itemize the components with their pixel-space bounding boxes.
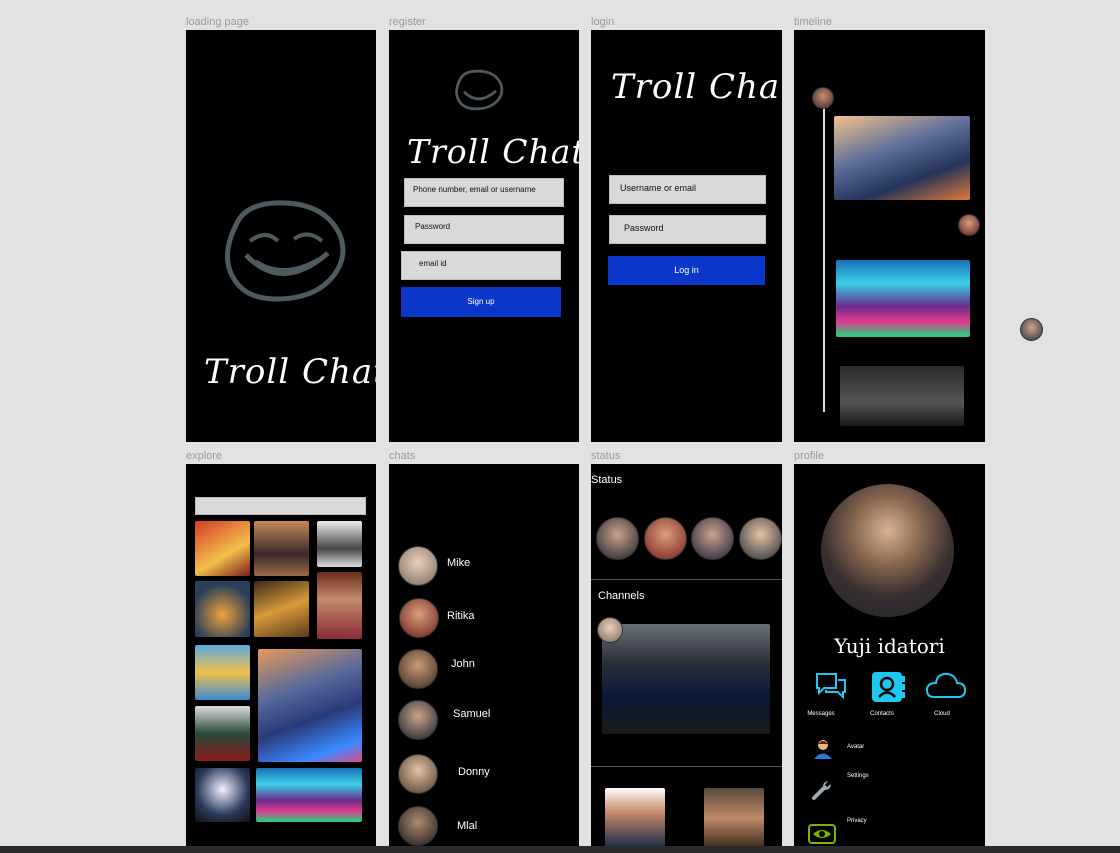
status-avatar[interactable] xyxy=(739,517,782,560)
frame-label-explore: explore xyxy=(186,450,223,462)
password-field[interactable]: Password xyxy=(609,215,766,244)
explore-image[interactable] xyxy=(254,521,309,576)
chat-item-name[interactable]: Samuel xyxy=(453,708,490,720)
avatar-icon[interactable] xyxy=(812,738,834,760)
explore-image[interactable] xyxy=(195,706,250,761)
frame-label-status: status xyxy=(591,450,621,462)
troll-face-icon xyxy=(225,200,346,302)
chat-item-name[interactable]: Donny xyxy=(458,766,490,778)
post-image-castle[interactable] xyxy=(836,260,970,337)
divider xyxy=(591,766,782,767)
timeline-line xyxy=(823,100,825,412)
app-title: Troll Chat xyxy=(204,352,376,392)
status-image[interactable] xyxy=(605,788,665,848)
login-button[interactable]: Log in xyxy=(608,256,765,285)
contacts-label: Contacts xyxy=(870,711,894,717)
profile-frame[interactable]: Yuji idatori Messages Contacts Cloud Ava… xyxy=(794,464,985,853)
wrench-icon[interactable] xyxy=(810,778,834,802)
avatar[interactable] xyxy=(1020,318,1043,341)
settings-menu-label[interactable]: Settings xyxy=(847,773,869,779)
username-field[interactable]: Phone number, email or username xyxy=(404,178,564,207)
channels-title: Channels xyxy=(598,590,645,602)
channel-post-image[interactable] xyxy=(602,624,770,734)
explore-image[interactable] xyxy=(195,645,250,700)
troll-face-icon xyxy=(455,69,504,111)
explore-image[interactable] xyxy=(258,649,362,762)
contacts-icon[interactable] xyxy=(870,670,906,704)
profile-name: Yuji idatori xyxy=(834,634,945,658)
avatar[interactable] xyxy=(398,546,438,586)
explore-image[interactable] xyxy=(256,768,362,822)
cloud-icon[interactable] xyxy=(924,672,966,700)
explore-frame[interactable] xyxy=(186,464,376,853)
chats-frame[interactable]: Mike Ritika John Samuel Donny Mlal xyxy=(389,464,579,853)
post-image-portrait[interactable] xyxy=(840,366,964,426)
explore-image[interactable] xyxy=(195,581,250,637)
explore-image[interactable] xyxy=(317,572,362,639)
chat-item-name[interactable]: John xyxy=(451,658,475,670)
post-image-racing[interactable] xyxy=(834,116,970,200)
eye-shield-icon[interactable] xyxy=(808,824,836,844)
frame-label-timeline: timeline xyxy=(794,16,832,28)
password-field[interactable]: Password xyxy=(404,215,564,244)
chat-item-name[interactable]: Ritika xyxy=(447,610,475,622)
avatar[interactable] xyxy=(398,649,438,689)
frame-label-login: login xyxy=(591,16,615,28)
avatar[interactable] xyxy=(399,598,439,638)
cloud-label: Cloud xyxy=(934,711,950,717)
frame-label-profile: profile xyxy=(794,450,824,462)
chat-item-name[interactable]: Mike xyxy=(447,557,470,569)
avatar[interactable] xyxy=(812,87,834,109)
status-avatar[interactable] xyxy=(644,517,687,560)
messages-label: Messages xyxy=(807,711,835,717)
channel-avatar[interactable] xyxy=(597,617,623,643)
app-title: Troll Chat xyxy=(611,67,782,107)
chat-item-name[interactable]: Mlal xyxy=(457,820,477,832)
explore-image[interactable] xyxy=(195,521,250,576)
avatar[interactable] xyxy=(398,806,438,846)
status-avatar[interactable] xyxy=(596,517,639,560)
divider xyxy=(591,579,782,580)
search-input[interactable] xyxy=(195,497,366,515)
username-field[interactable]: Username or email xyxy=(609,175,766,204)
explore-image[interactable] xyxy=(317,521,362,567)
explore-image[interactable] xyxy=(254,581,309,637)
signup-button[interactable]: Sign up xyxy=(401,287,561,317)
explore-image[interactable] xyxy=(195,768,250,822)
avatar[interactable] xyxy=(398,700,438,740)
status-title: Status xyxy=(591,474,623,486)
avatar-menu-label[interactable]: Avatar xyxy=(847,744,864,750)
avatar[interactable] xyxy=(398,754,438,794)
frame-label-chats: chats xyxy=(389,450,416,462)
status-image[interactable] xyxy=(704,788,764,848)
app-title: Troll Chat xyxy=(407,132,579,171)
frame-label-register: register xyxy=(389,16,426,28)
status-avatar[interactable] xyxy=(691,517,734,560)
avatar[interactable] xyxy=(958,214,980,236)
canvas-bottom-bar xyxy=(0,846,1120,853)
email-field[interactable]: email id xyxy=(401,251,561,280)
status-frame[interactable]: Status Channels xyxy=(591,464,782,853)
frame-label-loading: loading page xyxy=(186,16,250,28)
register-frame[interactable]: Troll Chat Phone number, email or userna… xyxy=(389,30,579,442)
timeline-frame[interactable] xyxy=(794,30,985,442)
profile-avatar[interactable] xyxy=(821,484,954,617)
login-frame[interactable]: Troll Chat Username or email Password Lo… xyxy=(591,30,782,442)
loading-page-frame[interactable]: Troll Chat xyxy=(186,30,376,442)
privacy-menu-label[interactable]: Privacy xyxy=(847,818,867,824)
messages-icon[interactable] xyxy=(814,670,848,704)
